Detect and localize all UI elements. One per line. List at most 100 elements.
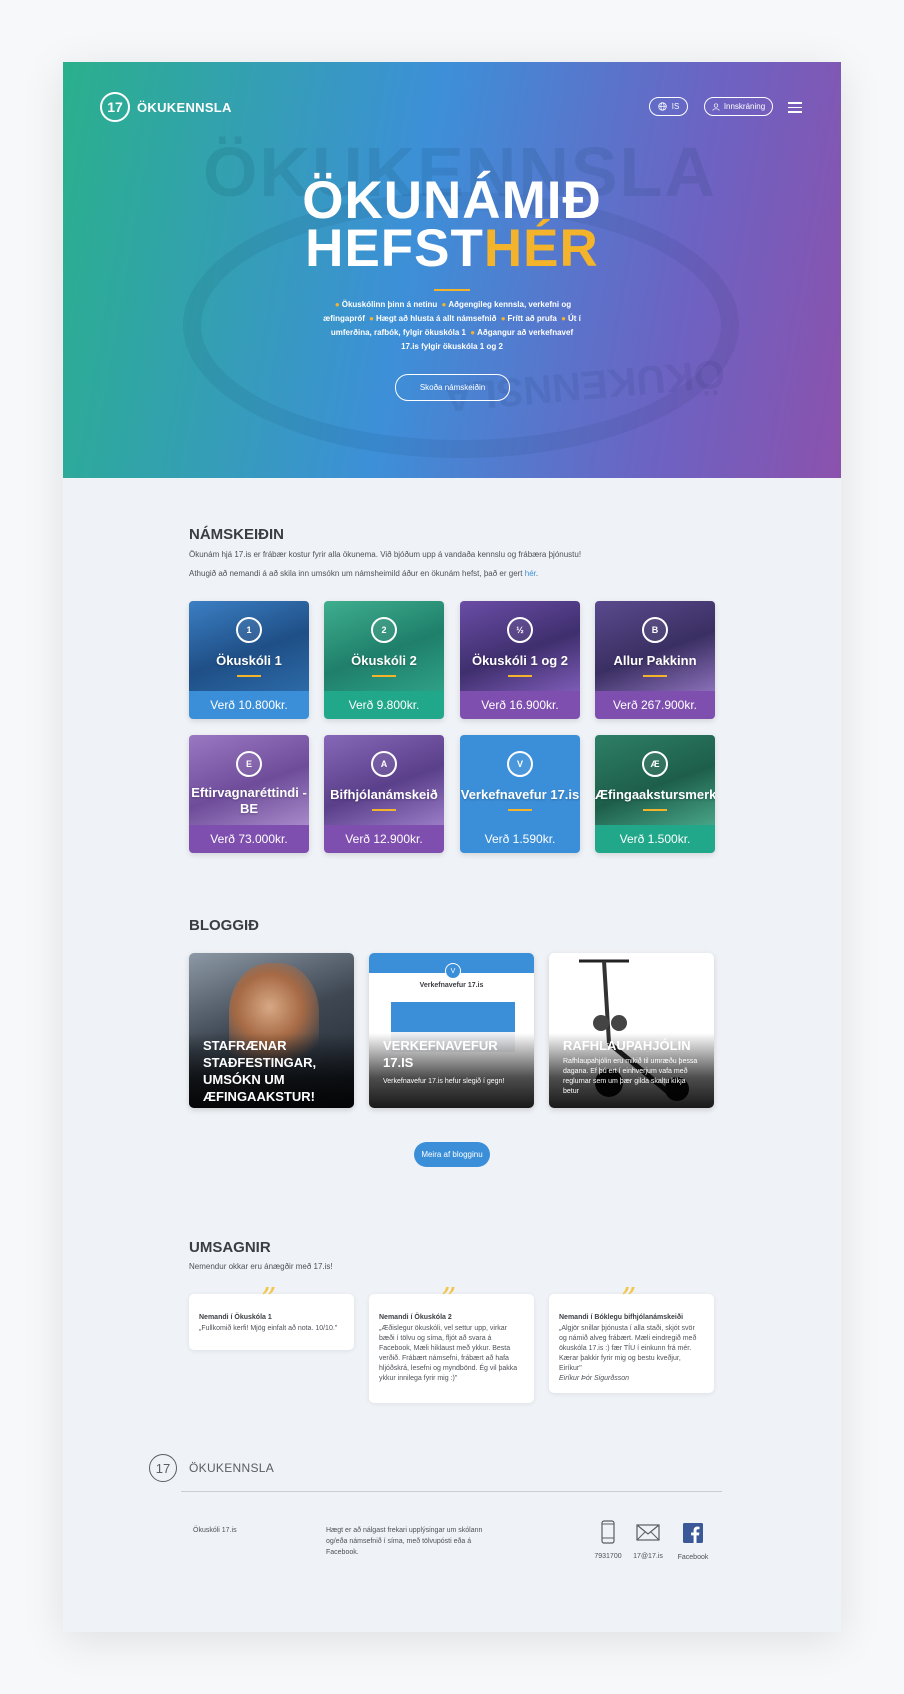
courses-section-title: NÁMSKEIÐIN (189, 526, 285, 543)
course-price: Verð 16.900kr. (460, 691, 580, 719)
course-badge: 1 (236, 617, 262, 643)
course-image (460, 601, 580, 691)
course-title-underline (237, 675, 261, 677)
blog-post-title: VERKEFNAVEFUR 17.IS (383, 1038, 498, 1070)
testimonial-author: Nemandi í Ökuskóla 2 (379, 1314, 452, 1321)
blog-post-title: STAFRÆNAR STAÐFESTINGAR, UMSÓKN UM ÆFING… (203, 1038, 317, 1104)
testimonial-signature: Eiríkur Þór Sigurðsson (559, 1375, 630, 1382)
course-title-underline (643, 675, 667, 677)
testimonial-author: Nemandi í Bóklegu bifhjólanámskeiði (559, 1314, 684, 1321)
hero-feature-list: ● Ökuskólinn þinn á netinu ● Aðgengileg ke… (323, 300, 581, 351)
course-card-bifhjolanamskeid[interactable]: A Bifhjólanámskeið Verð 12.900kr. (324, 735, 444, 853)
testimonial-text: „Fullkomið kerfi! Mjög einfalt að nota. … (199, 1325, 338, 1332)
testimonials-section-title: UMSAGNIR (189, 1239, 271, 1256)
hero-feature: Ökuskólinn þinn á netinu (341, 300, 438, 309)
language-label: IS (671, 102, 680, 111)
course-image (595, 601, 715, 691)
logo-text: ÖKUKENNSLA (137, 99, 232, 115)
quote-icon: ” (621, 1282, 637, 1317)
course-title-underline (508, 675, 532, 677)
blog-image-heading: Verkefnavefur 17.is (419, 982, 484, 989)
blog-post-card[interactable]: RAFHLAUPAHJÓLIN Rafhlaupahjólin eru miki… (549, 953, 714, 1108)
course-image (324, 735, 444, 825)
hero-banner: ÖKUKENNSLA ÖKUKENNSLA 17 ÖKUKENNSLA IS I… (63, 62, 841, 478)
hamburger-menu-icon[interactable] (788, 102, 802, 113)
course-price: Verð 73.000kr. (189, 825, 309, 853)
course-price: Verð 12.900kr. (324, 825, 444, 853)
course-badge: ½ (507, 617, 533, 643)
user-icon (712, 102, 720, 111)
blog-post-title: RAFHLAUPAHJÓLIN (563, 1038, 691, 1053)
testimonial-author: Nemandi í Ökuskóla 1 (199, 1314, 272, 1321)
footer-divider (181, 1491, 722, 1492)
course-card-aefingaakstursmerki[interactable]: Æ Æfingaakstursmerki Verð 1.500kr. (595, 735, 715, 853)
language-selector-button[interactable]: IS (649, 97, 688, 116)
contact-facebook[interactable]: Facebook (668, 1523, 718, 1561)
logo-mark: 17 (100, 92, 130, 122)
quote-icon: ” (261, 1282, 277, 1317)
hero-title-underline (434, 289, 470, 291)
blog-section-title: BLOGGIÐ (189, 917, 259, 934)
courses-intro: Ökunám hjá 17.is er frábær kostur fyrir … (189, 550, 582, 559)
testimonial-text: „Algjör snillar þjónusta í alla staði, s… (559, 1324, 704, 1384)
blog-image-badge: V (445, 963, 461, 979)
hero-title-line2: HEFST (305, 219, 484, 278)
hero-feature: Hægt að hlusta á allt námsefnið (376, 314, 497, 323)
facebook-icon (683, 1523, 703, 1543)
course-badge: 2 (371, 617, 397, 643)
login-button[interactable]: Innskráning (704, 97, 773, 116)
course-title: Ökuskóli 2 (351, 653, 417, 668)
course-card-okuskoli-1-og-2[interactable]: ½ Ökuskóli 1 og 2 Verð 16.900kr. (460, 601, 580, 719)
course-title-underline (508, 809, 532, 811)
view-courses-button[interactable]: Skoða námskeiðin (395, 374, 510, 401)
testimonial-card: ” Nemandi í Bóklegu bifhjólanámskeiði „A… (549, 1282, 714, 1393)
course-card-okuskoli-1[interactable]: 1 Ökuskóli 1 Verð 10.800kr. (189, 601, 309, 719)
course-image (324, 601, 444, 691)
course-badge: A (371, 751, 397, 777)
course-image (595, 735, 715, 825)
footer-info: Hægt er að nálgast frekari upplýsingar u… (326, 1527, 483, 1556)
course-title-underline (643, 809, 667, 811)
contact-email-label: 17@17.is (633, 1553, 663, 1560)
course-card-eftirvagnarettindi[interactable]: E Eftirvagnaréttindi - BE Verð 73.000kr. (189, 735, 309, 853)
course-price: Verð 9.800kr. (324, 691, 444, 719)
blog-post-card[interactable]: V Verkefnavefur 17.is VERKEFNAVEFUR 17.I… (369, 953, 534, 1108)
course-badge: B (642, 617, 668, 643)
mail-icon (636, 1524, 660, 1541)
application-link[interactable]: hér (525, 569, 536, 578)
course-title: Bifhjólanámskeið (330, 787, 438, 802)
course-title-underline (372, 809, 396, 811)
course-price: Verð 1.500kr. (595, 825, 715, 853)
course-title: Allur Pakkinn (613, 653, 697, 668)
courses-note-text: Athugið að nemandi á að skila inn umsókn… (189, 569, 525, 578)
blog-post-card[interactable]: STAFRÆNAR STAÐFESTINGAR, UMSÓKN UM ÆFING… (189, 953, 354, 1108)
course-badge: V (507, 751, 533, 777)
more-blog-button[interactable]: Meira af blogginu (414, 1142, 490, 1167)
course-title-underline (372, 675, 396, 677)
blog-post-excerpt: Verkefnavefur 17.is hefur slegið í gegn! (383, 1078, 505, 1085)
course-title: Æfingaakstursmerki (595, 787, 715, 802)
testimonial-text: „Æðislegur ökuskóli, vel settur upp, vir… (379, 1325, 518, 1382)
testimonial-card: ” Nemandi í Ökuskóla 2 „Æðislegur ökuskó… (369, 1282, 534, 1403)
course-card-allur-pakkinn[interactable]: B Allur Pakkinn Verð 267.900kr. (595, 601, 715, 719)
contact-facebook-label: Facebook (677, 1554, 709, 1561)
globe-icon (658, 102, 667, 111)
course-title: Ökuskóli 1 og 2 (471, 653, 569, 668)
contact-email[interactable]: 17@17.is (623, 1524, 673, 1560)
course-card-okuskoli-2[interactable]: 2 Ökuskóli 2 Verð 9.800kr. (324, 601, 444, 719)
phone-icon (601, 1520, 615, 1544)
courses-note-end: . (535, 569, 539, 578)
course-title: Eftirvagnaréttindi - BE (191, 785, 307, 816)
course-price: Verð 1.590kr. (460, 825, 580, 853)
footer-logo[interactable]: 17 ÖKUKENNSLA (149, 1454, 274, 1482)
footer-logo-mark: 17 (149, 1454, 177, 1482)
course-title: Ökuskóli 1 (216, 653, 282, 668)
course-card-verkefnavefur[interactable]: V Verkefnavefur 17.is Verð 1.590kr. (460, 735, 580, 853)
site-logo[interactable]: 17 ÖKUKENNSLA (100, 92, 232, 122)
hero-feature: Frítt að prufa (507, 314, 557, 323)
quote-icon: ” (441, 1282, 457, 1317)
footer-logo-text: ÖKUKENNSLA (189, 1461, 275, 1475)
course-image (460, 735, 580, 825)
blog-post-excerpt: Rafhlaupahjólin eru mikið til umræðu þes… (563, 1058, 698, 1095)
hero-title-line1: ÖKUNÁMIÐ (302, 171, 602, 230)
